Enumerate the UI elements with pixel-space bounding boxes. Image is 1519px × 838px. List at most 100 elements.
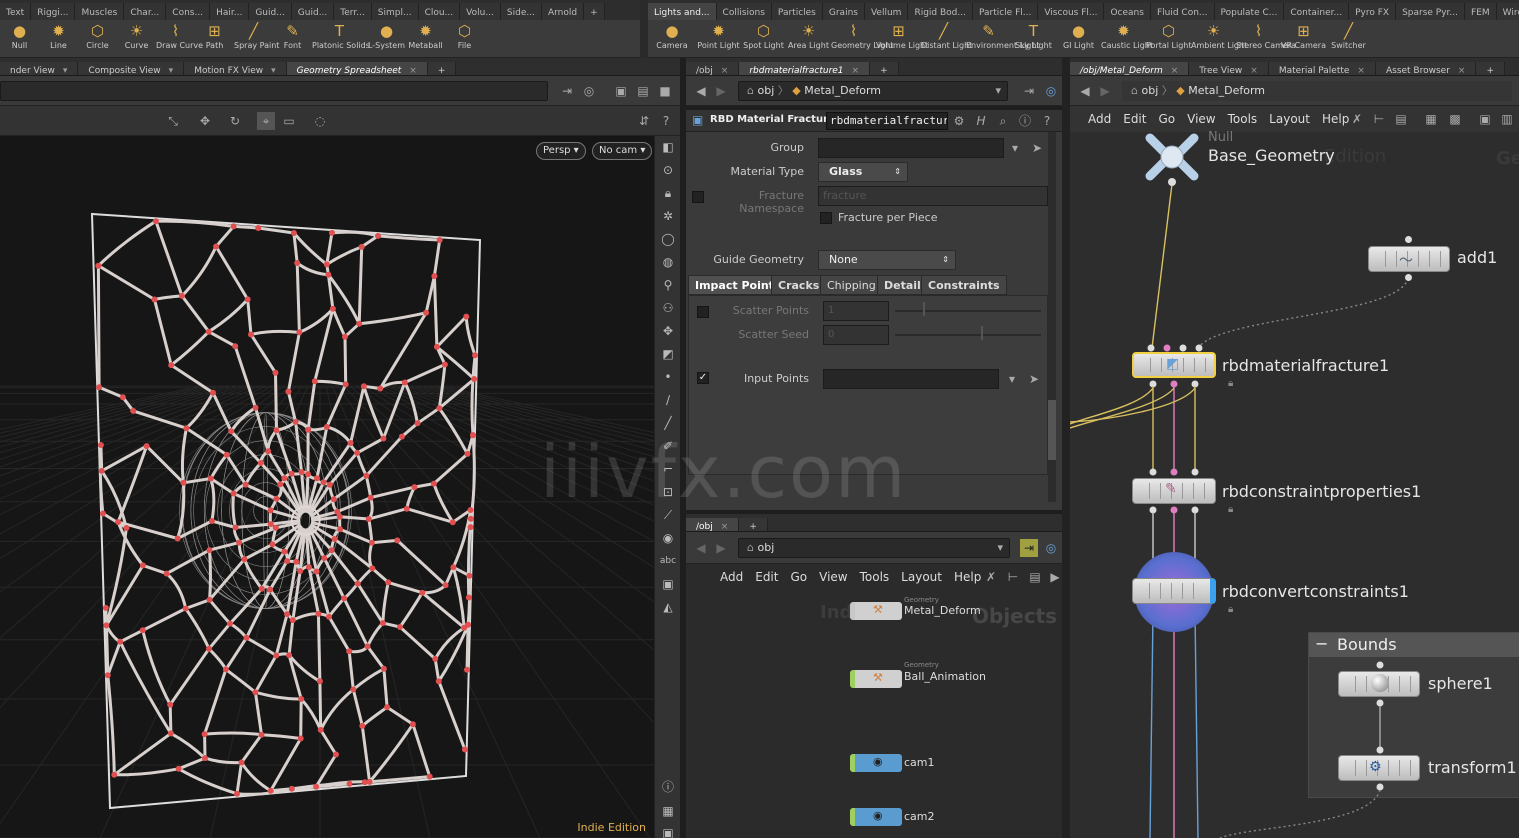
tab-composite-view[interactable]: Composite View ▾ — [78, 62, 185, 75]
shelf-tab[interactable]: Rigid Bod... — [908, 3, 973, 20]
info-icon[interactable]: ⓘ — [1016, 112, 1034, 130]
shelf-tab[interactable]: Vellum — [864, 3, 909, 20]
snap-icon[interactable]: ✲ — [655, 205, 681, 228]
sphere-icon[interactable]: ◯ — [655, 228, 681, 251]
shelf-tool-file[interactable]: ⬡ File — [445, 21, 484, 57]
scatter-points-toggle[interactable] — [697, 306, 709, 318]
close-icon[interactable]: × — [1250, 66, 1258, 75]
shelf-tab[interactable]: Particles — [771, 3, 823, 20]
shelf-tab[interactable]: Volu... — [460, 3, 501, 20]
scatter-seed-handle[interactable] — [981, 326, 983, 340]
snapshot-icon[interactable]: ▤ — [634, 82, 652, 100]
pin-icon[interactable]: ⇥ — [558, 82, 576, 100]
fracture-namespace-toggle[interactable] — [692, 191, 704, 203]
shelf-tool-environment-light[interactable]: ✎ Environment Light — [966, 21, 1040, 57]
pane-divider[interactable] — [1062, 58, 1070, 838]
shelf-tool-vr-camera[interactable]: ⊞ VR Camera — [1281, 21, 1326, 57]
tab-asset-browser[interactable]: Asset Browser × — [1375, 62, 1477, 75]
menu-view[interactable]: View — [819, 570, 847, 584]
back-arrow-icon[interactable]: ◀ — [692, 539, 710, 557]
shelf-tab[interactable]: Riggi... — [31, 3, 76, 20]
pin-icon[interactable]: ⚲ — [655, 274, 681, 297]
view-tool-icon[interactable]: ⌖ — [257, 112, 275, 130]
output-connector[interactable] — [1405, 274, 1412, 281]
scatter-seed-slider[interactable] — [895, 334, 1041, 336]
add-tab-button[interactable]: + — [427, 62, 457, 75]
rbdconstraintproperties-node[interactable]: ✎ — [1132, 478, 1216, 504]
shelf-tab[interactable]: Pyro FX — [1349, 3, 1397, 20]
shelf-tab[interactable]: Muscles — [75, 3, 125, 20]
input-points-checkbox[interactable]: ✓ — [697, 372, 709, 384]
shelf-tool-curve[interactable]: ☀ Curve — [117, 21, 156, 57]
tree-icon[interactable]: ⊢ — [1004, 568, 1022, 586]
forward-arrow-icon[interactable]: ▶ — [712, 539, 730, 557]
shelf-tab[interactable]: Hair... — [210, 3, 250, 20]
input-connector[interactable] — [1191, 468, 1199, 476]
close-icon[interactable]: × — [721, 522, 729, 531]
rbdmaterialfracture-node[interactable]: ◩ — [1132, 352, 1216, 378]
back-arrow-icon[interactable]: ◀ — [1076, 82, 1094, 100]
add-tab-button[interactable]: + — [870, 62, 899, 75]
shelf-tool-point-light[interactable]: ✹ Point Light — [696, 21, 741, 57]
close-icon[interactable]: × — [1458, 66, 1466, 75]
shelf-tool-line[interactable]: ✹ Line — [39, 21, 78, 57]
help-h-icon[interactable]: H — [972, 112, 990, 130]
output-connector[interactable] — [1376, 783, 1384, 791]
text-icon[interactable]: abc — [655, 550, 681, 573]
camera-menu[interactable]: No cam ▾ — [592, 142, 653, 160]
close-icon[interactable]: × — [409, 66, 417, 75]
obj-path-field[interactable]: ⌂ obj ▾ — [738, 538, 1010, 558]
shelf-tab[interactable]: Text — [0, 3, 32, 20]
shelf-tool-stereo-camera[interactable]: ⌇ Stereo Camera — [1236, 21, 1296, 57]
shelf-tab[interactable]: Sparse Pyr... — [1396, 3, 1466, 20]
menu-tools[interactable]: Tools — [860, 570, 890, 584]
shelf-tab[interactable]: Wires — [1496, 3, 1519, 20]
shelf-tab[interactable]: Populate C... — [1214, 3, 1285, 20]
grid-icon[interactable]: ◌ — [311, 112, 329, 130]
transform1-node[interactable]: ⚙ — [1338, 755, 1420, 781]
shelf-tab[interactable]: Simpl... — [371, 3, 419, 20]
param-path-field[interactable]: ⌂ obj 〉 ◆ Metal_Deform ▾ — [738, 81, 1008, 101]
shelf-tab[interactable]: Oceans — [1104, 3, 1151, 20]
input-connector[interactable] — [1163, 344, 1171, 352]
tab-obj[interactable]: /obj × — [686, 62, 740, 75]
close-icon[interactable]: ▾ — [63, 66, 68, 75]
output-connector[interactable] — [1376, 699, 1384, 707]
menu-help[interactable]: Help — [954, 570, 981, 584]
sop-network-view[interactable]: Add Edit Go View Tools Layout Help ✗ ⊢ ▤ ▦ ▩ ▣… — [1070, 106, 1519, 838]
close-icon[interactable]: ▾ — [169, 66, 174, 75]
link-icon[interactable]: ◎ — [1042, 82, 1060, 100]
input-connector[interactable] — [1376, 661, 1384, 669]
shelf-tool-caustic-light[interactable]: ✹ Caustic Light — [1101, 21, 1153, 57]
forward-arrow-icon[interactable]: ▶ — [1096, 82, 1114, 100]
gear-icon[interactable]: ⚙ — [950, 112, 968, 130]
shelf-tab[interactable]: Side... — [500, 3, 542, 20]
close-icon[interactable]: ▾ — [271, 66, 276, 75]
input-points-menu-icon[interactable]: ▾ — [1003, 370, 1021, 388]
forward-arrow-icon[interactable]: ▶ — [712, 82, 730, 100]
shelf-tool-path[interactable]: ⊞ Path — [195, 21, 234, 57]
tab-render-view[interactable]: nder View ▾ — [0, 62, 79, 75]
shelf-tab[interactable]: Guid... — [291, 3, 335, 20]
view-icon[interactable]: ⊙ — [655, 159, 681, 182]
snapshot-icon[interactable]: ▣ — [655, 822, 681, 838]
link-icon[interactable]: ◎ — [1042, 539, 1060, 557]
metal-deform-node[interactable]: ⚒ — [850, 602, 902, 620]
tab-material-palette[interactable]: Material Palette × — [1268, 62, 1376, 75]
close-icon[interactable]: × — [1171, 66, 1179, 75]
lock-icon[interactable]: 🔒︎ — [655, 182, 681, 205]
shelf-tab[interactable]: Collisions — [716, 3, 772, 20]
menu-go[interactable]: Go — [790, 570, 807, 584]
record-icon[interactable]: ◉ — [655, 527, 681, 550]
material-type-dropdown[interactable]: Glass ⇕ — [818, 162, 908, 182]
subtab-constraints[interactable]: Constraints — [921, 275, 1007, 295]
move-tool-icon[interactable]: ✥ — [196, 112, 214, 130]
pin-icon[interactable]: ⇥ — [1020, 539, 1038, 557]
shelf-tab[interactable]: Fluid Con... — [1150, 3, 1215, 20]
shelf-tool-geometry-light[interactable]: ⌇ Geometry Light — [831, 21, 893, 57]
base-geometry-null-node[interactable] — [1142, 132, 1202, 182]
point-icon[interactable]: • — [655, 366, 681, 389]
shelf-tab[interactable]: Particle Fl... — [972, 3, 1039, 20]
help-icon[interactable]: ? — [1038, 112, 1056, 130]
pin-icon[interactable]: ⇥ — [1020, 82, 1038, 100]
